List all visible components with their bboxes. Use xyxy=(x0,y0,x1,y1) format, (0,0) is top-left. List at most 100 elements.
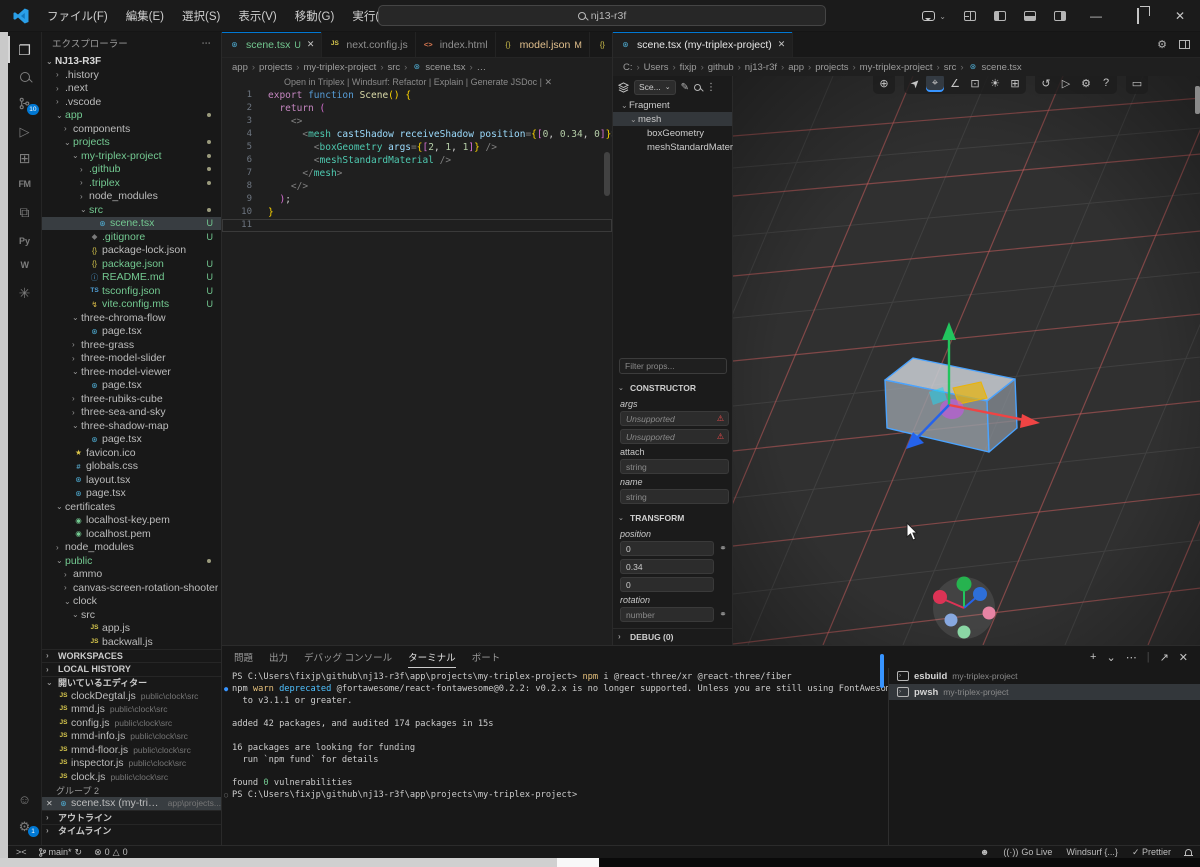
close-icon[interactable]: ✕ xyxy=(307,39,315,50)
name-input[interactable]: string xyxy=(620,489,729,504)
scale-tool-icon[interactable]: ⊡ xyxy=(966,76,984,92)
open-editor-item[interactable]: mmd-info.jspublic\clock\src xyxy=(42,730,221,744)
scene-tree-item[interactable]: meshStandardMaterial xyxy=(613,140,732,154)
tree-item[interactable]: .gitignoreU xyxy=(42,230,221,244)
breadcrumb-item[interactable]: src xyxy=(388,62,401,73)
panel-action-icon[interactable]: + xyxy=(1090,651,1096,663)
codelens[interactable]: Open in Triplex | Windsurf: Refactor | E… xyxy=(222,76,612,89)
tab-next.config.js[interactable]: next.config.js xyxy=(322,32,415,57)
search-icon[interactable] xyxy=(8,63,42,90)
tree-item[interactable]: ›canvas-screen-rotation-shooter xyxy=(42,581,221,595)
breadcrumb-item[interactable]: C: xyxy=(623,62,633,73)
split-editor-icon[interactable] xyxy=(1179,40,1190,49)
tree-item[interactable]: ›three-rubiks-cube xyxy=(42,392,221,406)
panel-action-icon[interactable]: ↗ xyxy=(1160,651,1169,664)
settings-icon[interactable]: 1 xyxy=(8,812,42,839)
open-editor-item[interactable]: clock.jspublic\clock\src xyxy=(42,770,221,784)
position-z-input[interactable]: 0 xyxy=(620,577,714,592)
breadcrumb-item[interactable]: projects xyxy=(259,62,292,73)
python-icon[interactable] xyxy=(8,225,42,252)
link-icon[interactable]: ⚭ xyxy=(717,543,729,554)
breadcrumb-item[interactable]: github xyxy=(708,62,734,73)
tree-item[interactable]: ⌄projects xyxy=(42,136,221,150)
panel-action-icon[interactable]: ✕ xyxy=(1179,651,1188,664)
menu-item[interactable]: 選択(S) xyxy=(173,4,229,28)
tree-item[interactable]: README.mdU xyxy=(42,271,221,285)
tree-item[interactable]: layout.tsx xyxy=(42,473,221,487)
editor-scrollbar[interactable] xyxy=(604,152,610,196)
tree-item[interactable]: ›.vscode xyxy=(42,95,221,109)
tree-item[interactable]: ⌄three-shadow-map xyxy=(42,419,221,433)
camera-tool-icon[interactable]: ⊞ xyxy=(1006,76,1024,92)
section-timeline[interactable]: › タイムライン xyxy=(42,824,221,838)
fm-icon[interactable]: FM xyxy=(8,171,42,198)
section-workspaces[interactable]: › WORKSPACES xyxy=(42,649,221,663)
debug-section[interactable]: › DEBUG (0) xyxy=(613,628,733,644)
menu-item[interactable]: 表示(V) xyxy=(229,4,285,28)
breadcrumb-item[interactable]: scene.tsx xyxy=(425,62,465,73)
command-center-search[interactable]: nj13-r3f xyxy=(378,5,826,26)
tree-item[interactable]: package.jsonU xyxy=(42,257,221,271)
filter-props-input[interactable]: Filter props... xyxy=(619,358,727,374)
openai-icon[interactable] xyxy=(8,279,42,306)
tree-item[interactable]: ⌄clock xyxy=(42,595,221,609)
scene-tree-item[interactable]: ⌄mesh xyxy=(613,112,732,126)
tab-scene.tsx[interactable]: scene.tsxU✕ xyxy=(222,32,322,57)
toggle-panel-icon[interactable] xyxy=(1024,11,1036,21)
breadcrumb-item[interactable]: Users xyxy=(644,62,669,73)
terminal-output[interactable]: PS C:\Users\fixjp\github\nj13-r3f\app\pr… xyxy=(232,672,882,802)
args-input-1[interactable]: Unsupported ⚠ xyxy=(620,411,729,426)
tree-item[interactable]: ›components xyxy=(42,122,221,136)
tree-item[interactable]: ⌄src xyxy=(42,203,221,217)
breadcrumb-item[interactable]: my-triplex-project xyxy=(303,62,376,73)
tree-item[interactable]: vite.config.mtsU xyxy=(42,298,221,312)
settings-gear-icon[interactable]: ⚙ xyxy=(1157,38,1167,51)
tree-item[interactable]: ›ammo xyxy=(42,568,221,582)
tree-item[interactable]: ›three-model-slider xyxy=(42,352,221,366)
tree-item[interactable]: ⌄three-chroma-flow xyxy=(42,311,221,325)
breadcrumb-item[interactable]: fixjp xyxy=(680,62,697,73)
3d-viewport[interactable]: ⊕➤⌖∠⊡☀⊞↺▷⚙?▭ xyxy=(733,76,1200,645)
panel-tab-問題[interactable]: 問題 xyxy=(234,646,253,668)
menu-item[interactable]: 編集(E) xyxy=(117,4,173,28)
notifications-bell[interactable] xyxy=(1185,849,1192,855)
breadcrumb-item[interactable]: scene.tsx xyxy=(982,62,1022,73)
tree-item[interactable]: app.js xyxy=(42,622,221,636)
breadcrumb-item[interactable]: app xyxy=(232,62,248,73)
tree-item[interactable]: ⌄certificates xyxy=(42,500,221,514)
panel-tab-出力[interactable]: 出力 xyxy=(269,646,288,668)
breadcrumb-item[interactable]: nj13-r3f xyxy=(745,62,777,73)
tree-item[interactable]: ›.next xyxy=(42,82,221,96)
minimize-button[interactable]: — xyxy=(1084,9,1108,23)
transform-section[interactable]: ⌄ TRANSFORM xyxy=(613,510,733,526)
light-tool-icon[interactable]: ☀ xyxy=(986,76,1004,92)
git-branch-status[interactable]: main* ↻ xyxy=(39,847,83,858)
prettier-status[interactable]: ✓ Prettier xyxy=(1132,847,1171,858)
tab-index.html[interactable]: index.html xyxy=(416,32,496,57)
tree-item[interactable]: favicon.ico xyxy=(42,446,221,460)
tree-item[interactable]: page.tsx xyxy=(42,379,221,393)
search-icon[interactable] xyxy=(694,84,701,91)
open-editor-item[interactable]: mmd.jspublic\clock\src xyxy=(42,703,221,717)
tab-scene-preview[interactable]: scene.tsx (my-triplex-project) ✕ xyxy=(613,32,793,57)
scene-tree-item[interactable]: ⌄Fragment xyxy=(613,98,732,112)
remote-indicator[interactable]: >< xyxy=(16,847,27,857)
pet-icon[interactable]: ☻ xyxy=(980,847,989,857)
rotation-input[interactable]: number xyxy=(620,607,714,622)
section-open-editors[interactable]: ⌄ 開いているエディター xyxy=(42,676,221,690)
tree-item[interactable]: ⌄src xyxy=(42,608,221,622)
panel-tab-デバッグ コンソール[interactable]: デバッグ コンソール xyxy=(304,646,392,668)
position-y-input[interactable]: 0.34 xyxy=(620,559,714,574)
toggle-secondary-sidebar-icon[interactable] xyxy=(1054,11,1066,21)
breadcrumb-item[interactable]: src xyxy=(944,62,957,73)
cursor-tool-icon[interactable]: ➤ xyxy=(902,76,927,96)
help-tool-icon[interactable]: ? xyxy=(1097,76,1115,92)
tree-item[interactable]: page.tsx xyxy=(42,325,221,339)
feedback-tool-icon[interactable]: ▭ xyxy=(1128,76,1146,92)
open-editor-item[interactable]: clockDegtal.jspublic\clock\src xyxy=(42,689,221,703)
go-live-button[interactable]: ((·)) Go Live xyxy=(1003,847,1052,857)
breadcrumb-item[interactable]: … xyxy=(477,62,487,73)
terminal-list-item[interactable]: ›pwshmy-triplex-project xyxy=(889,684,1200,700)
panel-tab-ポート[interactable]: ポート xyxy=(472,646,501,668)
tree-item[interactable]: ⌄app xyxy=(42,109,221,123)
